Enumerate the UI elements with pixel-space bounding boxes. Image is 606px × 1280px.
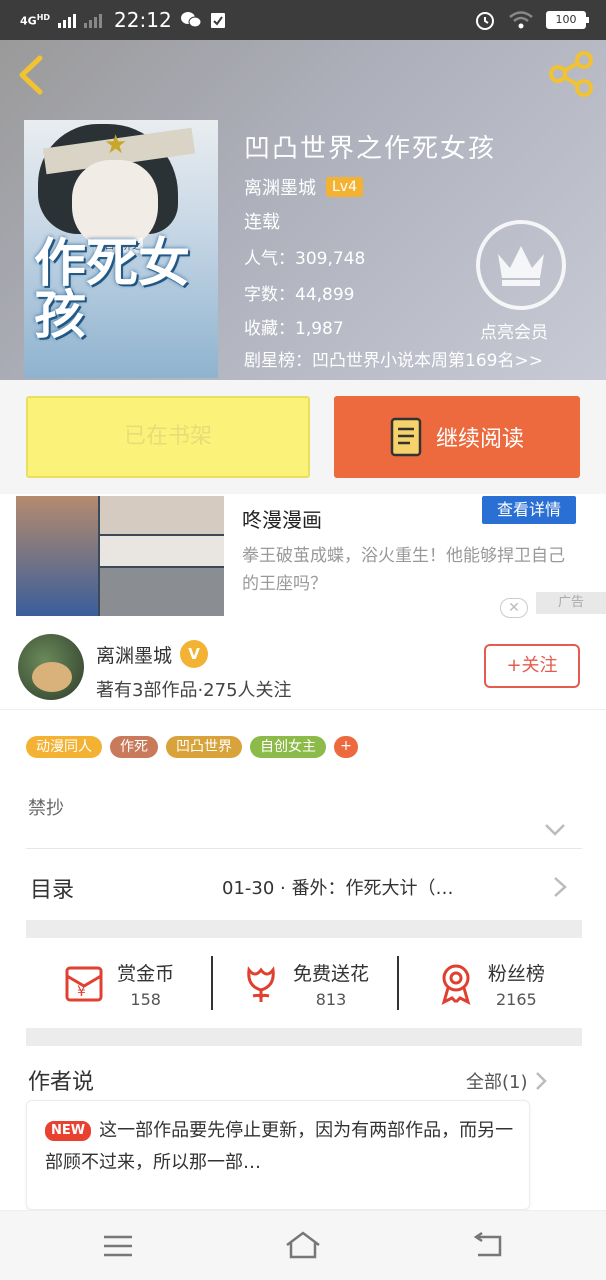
vip-label[interactable]: 点亮会员 (480, 318, 548, 343)
author-name[interactable]: 离渊墨城 (244, 174, 316, 200)
new-badge: NEW (45, 1121, 92, 1141)
reward-coin-count: 158 (130, 990, 161, 1009)
action-bar: 已在书架 继续阅读 (0, 380, 606, 494)
menu-icon[interactable] (98, 1229, 138, 1263)
back-button[interactable] (14, 54, 50, 96)
vip-button[interactable] (476, 220, 566, 310)
network-indicator: 4GHD (20, 12, 51, 28)
author-says-all-link[interactable]: 全部(1) (466, 1068, 548, 1094)
crown-icon (498, 246, 544, 286)
continue-reading-button[interactable]: 继续阅读 (334, 396, 580, 478)
tag-list: 动漫同人 作死 凹凸世界 自创女主 + (26, 736, 358, 758)
author-profile-name[interactable]: 离渊墨城 (96, 641, 172, 668)
author-note-card[interactable]: NEW 这一部作品要先停止更新，因为有两部作品，而另一部顾不过来，所以那一部… (26, 1100, 530, 1210)
ad-title: 咚漫漫画 (242, 508, 322, 532)
avatar[interactable] (18, 634, 84, 700)
book-description: 禁抄 (28, 798, 64, 819)
toc-label: 目录 (30, 878, 75, 903)
back-nav-icon[interactable] (468, 1229, 508, 1263)
medal-icon (441, 964, 471, 1005)
level-badge: Lv4 (326, 177, 363, 197)
fan-rank-label: 粉丝榜 (487, 963, 545, 985)
reward-bar: ¥ 赏金币 158 免费送花 813 粉丝榜 2165 (26, 940, 582, 1028)
favorites-stat: 收藏：1,987 (244, 319, 344, 339)
table-of-contents-row[interactable]: 目录 01-30 · 番外：作死大计（… (26, 850, 582, 920)
follow-button[interactable]: +关注 (484, 644, 580, 688)
fan-rank-button[interactable]: 粉丝榜 2165 (396, 940, 582, 1028)
author-works-count: 著有3部作品·275人关注 (96, 680, 292, 701)
serial-status: 连载 (244, 212, 280, 233)
section-gap (26, 920, 582, 938)
book-icon (390, 417, 422, 457)
reward-flower-label: 免费送花 (292, 963, 369, 985)
tag-item[interactable]: 作死 (110, 736, 158, 758)
ad-detail-button[interactable]: 查看详情 (482, 496, 576, 524)
clipboard-check-icon (210, 13, 225, 28)
svg-text:¥: ¥ (77, 984, 86, 1000)
popularity-stat: 人气：309,748 (244, 249, 366, 269)
clock: 22:12 (114, 8, 172, 32)
author-note-text: 这一部作品要先停止更新，因为有两部作品，而另一部顾不过来，所以那一部… (45, 1120, 514, 1173)
ranking-link[interactable]: 剧星榜：凹凸世界小说本周第169名>> (244, 346, 543, 371)
author-says-all-label: 全部(1) (466, 1072, 528, 1093)
book-cover[interactable]: ★ 凹凸世界之 作死女孩 (24, 120, 218, 378)
divider (26, 848, 582, 849)
continue-reading-label: 继续阅读 (435, 427, 524, 452)
signal-icon (58, 12, 77, 28)
author-profile-row[interactable]: 离渊墨城 V 著有3部作品·275人关注 +关注 (0, 626, 606, 710)
cover-title-art: 作死女孩 (34, 233, 191, 346)
on-shelf-button[interactable]: 已在书架 (26, 396, 310, 478)
coin-red-envelope-icon: ¥ (65, 966, 103, 1002)
ad-close-button[interactable]: ✕ (500, 598, 528, 618)
share-button[interactable] (548, 50, 596, 98)
verified-badge: V (180, 640, 209, 668)
author-says-title: 作者说 (28, 1070, 95, 1095)
reward-flower-button[interactable]: 免费送花 813 (211, 940, 396, 1028)
alarm-icon (476, 12, 494, 30)
battery-indicator: 100 (546, 11, 589, 29)
author-line: 离渊墨城 Lv4 (244, 174, 363, 200)
wifi-icon (509, 11, 533, 29)
ad-description: 拳王破茧成蝶，浴火重生！他能够捍卫自己的王座吗？ (242, 546, 565, 594)
reward-flower-count: 813 (315, 990, 347, 1009)
chevron-right-icon (535, 1072, 547, 1090)
section-gap (26, 1028, 582, 1046)
reward-coin-label: 赏金币 (117, 963, 175, 985)
toc-latest-chapter: 01-30 · 番外：作死大计（… (222, 878, 454, 899)
system-nav-bar (0, 1210, 606, 1280)
tag-item[interactable]: 自创女主 (250, 736, 326, 758)
ad-banner[interactable]: 咚漫漫画 查看详情 拳王破茧成蝶，浴火重生！他能够捍卫自己的王座吗？ ✕ 广告 (0, 494, 606, 626)
fan-rank-count: 2165 (495, 990, 537, 1009)
signal-icon-secondary (84, 12, 103, 28)
flower-icon (247, 966, 275, 1002)
tag-item[interactable]: 动漫同人 (26, 736, 102, 758)
reward-coin-button[interactable]: ¥ 赏金币 158 (26, 940, 211, 1028)
book-title: 凹凸世界之作死女孩 (244, 134, 497, 164)
word-count-stat: 字数：44,899 (244, 285, 355, 305)
chevron-right-icon (554, 877, 567, 897)
status-bar: 4GHD 22:12 100 (0, 0, 606, 40)
chevron-down-icon[interactable] (544, 822, 566, 838)
home-icon[interactable] (283, 1229, 323, 1263)
add-tag-button[interactable]: + (334, 736, 358, 758)
ad-mark: 广告 (536, 592, 606, 614)
wechat-icon (180, 12, 202, 28)
ad-image[interactable] (16, 496, 224, 616)
tag-item[interactable]: 凹凸世界 (166, 736, 242, 758)
